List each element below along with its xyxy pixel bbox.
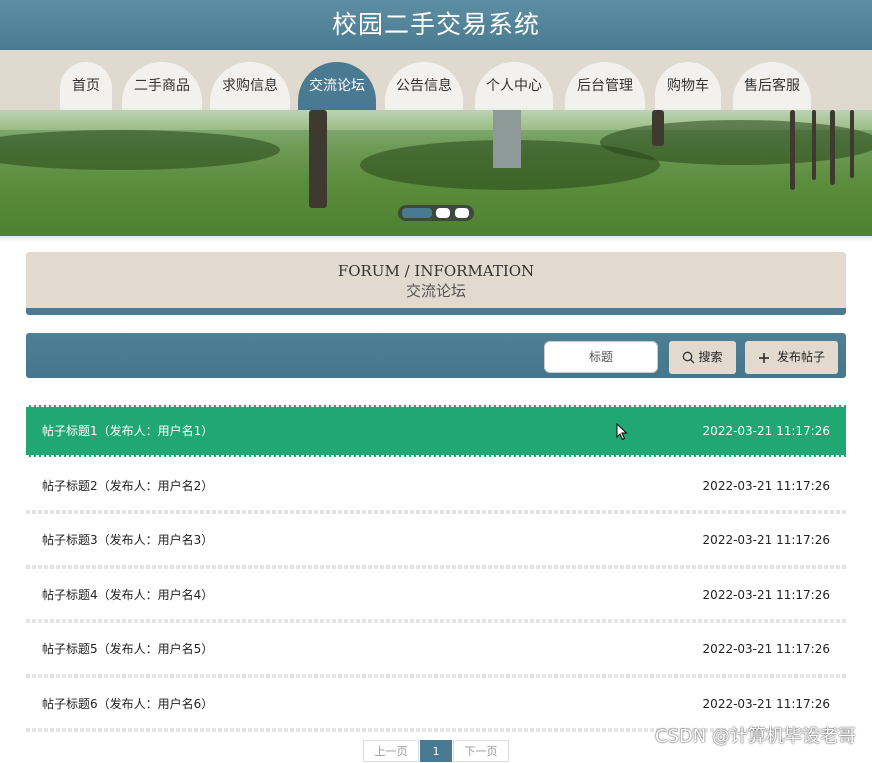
search-input[interactable] xyxy=(544,341,658,373)
watermark: CSDN @计算机毕设老哥 xyxy=(654,726,856,747)
post-time: 2022-03-21 11:17:26 xyxy=(702,588,830,602)
nav-item-announcements[interactable]: 公告信息 xyxy=(385,62,463,110)
plus-icon xyxy=(758,352,769,363)
post-row[interactable]: 帖子标题4（发布人：用户名4） 2022-03-21 11:17:26 xyxy=(26,569,846,621)
carousel-dot-1[interactable] xyxy=(402,208,432,218)
post-time: 2022-03-21 11:17:26 xyxy=(702,642,830,656)
post-title[interactable]: 帖子标题2（发布人：用户名2） xyxy=(42,460,213,512)
prev-page-button[interactable]: 上一页 xyxy=(363,740,419,762)
post-row[interactable]: 帖子标题2（发布人：用户名2） 2022-03-21 11:17:26 xyxy=(26,460,846,512)
post-time: 2022-03-21 11:17:26 xyxy=(702,533,830,547)
post-row[interactable]: 帖子标题3（发布人：用户名3） 2022-03-21 11:17:26 xyxy=(26,514,846,566)
nav-item-cart[interactable]: 购物车 xyxy=(655,62,721,110)
post-title[interactable]: 帖子标题1（发布人：用户名1） xyxy=(42,405,213,457)
search-button[interactable]: 搜索 xyxy=(669,341,736,374)
post-row[interactable]: 帖子标题1（发布人：用户名1） 2022-03-21 11:17:26 xyxy=(26,405,846,457)
publish-post-button[interactable]: 发布帖子 xyxy=(745,341,838,374)
nav-item-forum[interactable]: 交流论坛 xyxy=(298,62,376,110)
post-title[interactable]: 帖子标题6（发布人：用户名6） xyxy=(42,678,213,730)
post-title[interactable]: 帖子标题5（发布人：用户名5） xyxy=(42,623,213,675)
post-time: 2022-03-21 11:17:26 xyxy=(702,479,830,493)
nav-item-customer-service[interactable]: 售后客服 xyxy=(733,62,811,110)
nav-item-purchase-requests[interactable]: 求购信息 xyxy=(210,62,290,110)
nav-item-personal-center[interactable]: 个人中心 xyxy=(475,62,553,110)
carousel-dot-2[interactable] xyxy=(436,208,450,218)
site-header: 校园二手交易系统 xyxy=(0,0,872,50)
section-title-cn: 交流论坛 xyxy=(405,282,466,300)
post-row[interactable]: 帖子标题5（发布人：用户名5） 2022-03-21 11:17:26 xyxy=(26,623,846,675)
post-title[interactable]: 帖子标题3（发布人：用户名3） xyxy=(42,514,213,566)
nav-item-home[interactable]: 首页 xyxy=(60,62,112,110)
post-time: 2022-03-21 11:17:26 xyxy=(702,424,830,438)
publish-post-button-label: 发布帖子 xyxy=(776,350,825,364)
mouse-cursor-icon xyxy=(616,423,628,441)
next-page-button[interactable]: 下一页 xyxy=(453,740,509,762)
site-title: 校园二手交易系统 xyxy=(331,10,540,39)
page-number-current[interactable]: 1 xyxy=(420,740,452,762)
section-title-en: FORUM / INFORMATION xyxy=(337,262,535,280)
carousel-indicators xyxy=(398,205,474,221)
search-icon xyxy=(683,351,695,364)
nav-item-admin[interactable]: 后台管理 xyxy=(565,62,645,110)
carousel-dot-3[interactable] xyxy=(455,208,469,218)
main-nav: 首页 二手商品 求购信息 交流论坛 公告信息 个人中心 后台管理 购物车 售后客… xyxy=(0,50,872,110)
search-button-label: 搜索 xyxy=(698,350,723,364)
nav-item-secondhand-goods[interactable]: 二手商品 xyxy=(122,62,202,110)
post-title[interactable]: 帖子标题4（发布人：用户名4） xyxy=(42,569,213,621)
